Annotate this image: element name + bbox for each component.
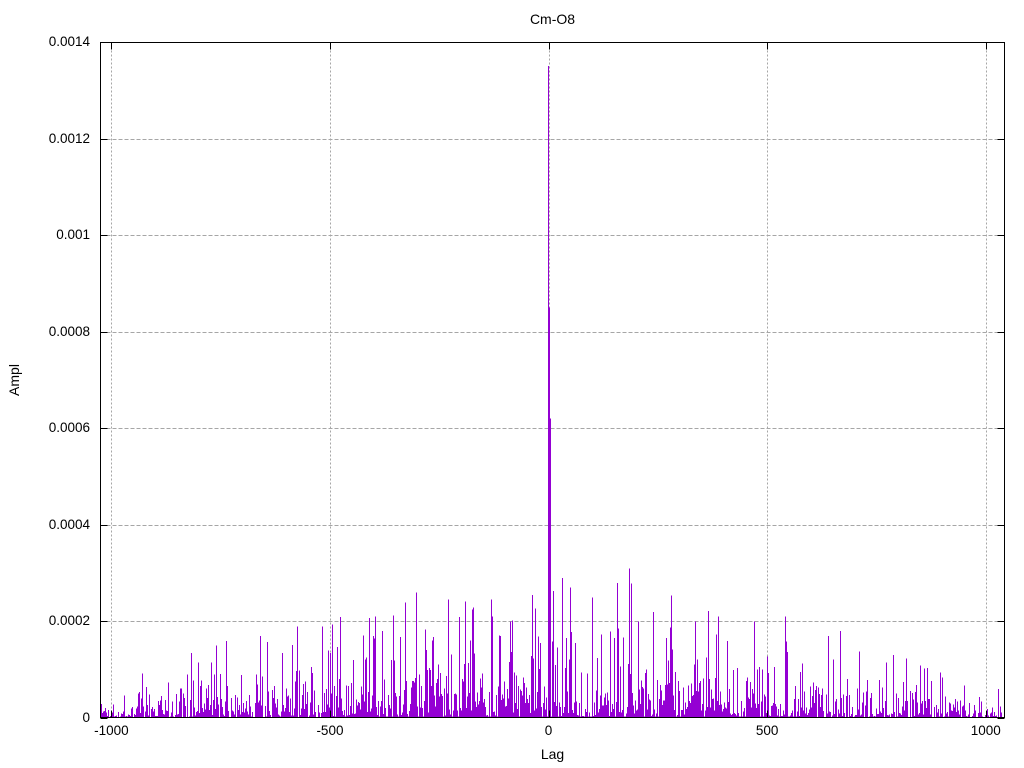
chart-title: Cm-O8	[529, 11, 576, 27]
x-tick-label: -1000	[94, 723, 129, 738]
series-impulses	[100, 66, 1005, 718]
y-tick-label: 0.0014	[48, 34, 90, 49]
y-axis-title: Ampl	[6, 364, 22, 396]
chart-window: Cm-O8 Ampl Lag 0 0.0002 0.0004 0.0006 0.0008…	[0, 0, 1024, 768]
y-tick-label: 0	[82, 710, 90, 725]
y-tick-label: 0.0004	[48, 516, 90, 532]
y-tick-label: 0.0012	[48, 130, 90, 146]
x-tick-label: -500	[316, 723, 344, 738]
y-tick-label: 0.0006	[48, 420, 90, 436]
y-tick-label: 0.001	[56, 227, 90, 243]
x-axis-title: Lag	[540, 746, 565, 762]
x-tick-label: 500	[755, 723, 779, 738]
plot-border	[100, 42, 1005, 718]
y-tick-label: 0.0008	[48, 323, 90, 339]
x-tick-label: 1000	[970, 723, 1001, 738]
y-tick-label: 0.0002	[48, 613, 90, 629]
plot-area	[100, 42, 1005, 719]
x-tick-label: 0	[544, 723, 553, 738]
